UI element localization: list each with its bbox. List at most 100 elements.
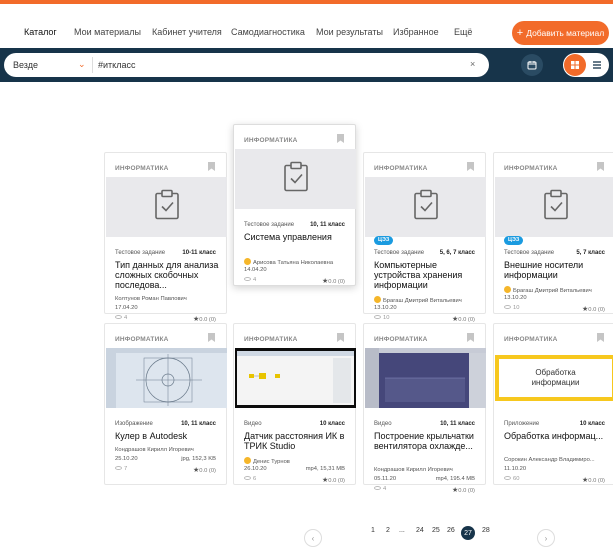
material-title[interactable]: Внешние носители информации — [504, 260, 610, 280]
list-view-button[interactable] — [589, 57, 605, 73]
bookmark-icon[interactable] — [467, 162, 474, 171]
material-title[interactable]: Система управления — [244, 232, 350, 242]
nav-teacher-cabinet[interactable]: Кабинет учителя — [152, 27, 222, 37]
search-input[interactable]: #иткласс — [98, 60, 135, 70]
page-ellipsis: ... — [399, 527, 405, 534]
views-count: 4 — [244, 277, 256, 283]
author-text: Колтунов Роман Павлович — [115, 296, 187, 302]
views-value: 6 — [253, 476, 257, 482]
material-thumbnail[interactable] — [106, 177, 227, 237]
author-text: Сорокин Александр Владимиро... — [504, 457, 595, 463]
clipboard-check-icon — [154, 189, 180, 225]
material-type: Видео — [244, 421, 262, 427]
rating: ★0.0 (0) — [322, 476, 345, 484]
nav-favorites[interactable]: Избранное — [393, 27, 439, 37]
material-type: Тестовое задание — [504, 250, 555, 256]
clear-search-icon[interactable]: × — [470, 59, 475, 69]
clipboard-check-icon — [283, 161, 309, 197]
eye-icon — [115, 466, 122, 470]
publish-date: 26.10.20 — [244, 466, 267, 472]
medal-icon — [374, 296, 381, 303]
eye-icon — [244, 277, 251, 281]
publish-date: 11.10.20 — [504, 466, 527, 472]
material-thumbnail[interactable] — [235, 149, 356, 209]
views-value: 4 — [124, 315, 128, 321]
page-link[interactable]: 1 — [371, 527, 375, 534]
ceo-badge: ЦЭЗ — [374, 236, 394, 245]
author-name[interactable]: Брагаш Дмитрий Витальевич — [374, 296, 482, 304]
material-card[interactable]: ИНФОРМАТИКА Изображение 10, 11 класс Кулер … — [104, 323, 227, 485]
view-toggle — [563, 53, 609, 77]
prev-page-button[interactable]: ‹ — [304, 529, 322, 547]
nav-self-diagnostics[interactable]: Самодиагностика — [231, 27, 305, 37]
current-page[interactable]: 27 — [461, 526, 475, 540]
chevron-down-icon[interactable]: ⌄ — [78, 59, 86, 70]
page-link[interactable]: 2 — [386, 527, 390, 534]
views-value: 4 — [383, 486, 387, 492]
material-thumbnail[interactable] — [365, 177, 486, 237]
material-title[interactable]: Обработка информац... — [504, 431, 610, 441]
material-card[interactable]: ИНФОРМАТИКА Тестовое задание 10-11 класс Ти… — [104, 152, 227, 323]
material-card[interactable]: ИНФОРМАТИКА ЦЭЗ Тестовое задание 5, 6, 7 кл… — [363, 152, 486, 323]
views-count: 4 — [115, 315, 127, 321]
material-card[interactable]: ИНФОРМАТИКА Видео 10, 11 класс Построение к… — [363, 323, 486, 494]
author-name[interactable]: Кондрашов Кирилл Игоревич — [115, 447, 223, 453]
nav-my-results[interactable]: Мои результаты — [316, 27, 383, 37]
material-thumbnail[interactable] — [235, 348, 356, 408]
bookmark-icon[interactable] — [597, 162, 604, 171]
subject-label: ИНФОРМАТИКА — [374, 336, 428, 343]
grade-label: 10, 11 класс — [440, 421, 475, 427]
rating: ★0.0 (0) — [193, 466, 216, 474]
bookmark-icon[interactable] — [208, 333, 215, 342]
rating: ★0.0 (0) — [582, 305, 605, 313]
material-card[interactable]: ИНФОРМАТИКА Видео 10 класс Датчик расстояни… — [233, 323, 356, 485]
author-name[interactable]: Колтунов Роман Павлович — [115, 296, 223, 302]
calendar-button[interactable] — [521, 54, 543, 76]
bookmark-icon[interactable] — [467, 333, 474, 342]
bookmark-icon[interactable] — [337, 333, 344, 342]
material-title[interactable]: Тип данных для анализа сложных скобочных… — [115, 260, 221, 290]
rating: ★0.0 (0) — [322, 277, 345, 285]
next-page-button[interactable]: › — [537, 529, 555, 547]
bookmark-icon[interactable] — [597, 333, 604, 342]
material-title[interactable]: Построение крыльчатки вентилятора охлажд… — [374, 431, 480, 451]
material-card[interactable]: ИНФОРМАТИКА ЦЭЗ Тестовое задание 5, 7 класс… — [493, 152, 613, 314]
nav-more[interactable]: Ещё — [454, 27, 472, 37]
cad-drawing-image — [106, 348, 227, 408]
grade-label: 10 класс — [319, 421, 345, 427]
bookmark-icon[interactable] — [208, 162, 215, 171]
subject-label: ИНФОРМАТИКА — [115, 336, 169, 343]
material-title[interactable]: Датчик расстояния ИК в ТРИК Studio — [244, 431, 350, 451]
search-scope-select[interactable]: Везде — [13, 60, 38, 70]
page-link[interactable]: 24 — [416, 527, 424, 534]
grid-view-button[interactable] — [564, 54, 586, 76]
search-box[interactable]: Везде ⌄ #иткласс × — [4, 53, 489, 77]
grade-label: 5, 6, 7 класс — [439, 250, 475, 256]
author-name[interactable]: Арисова Татьяна Николаевна — [244, 258, 352, 266]
author-text: Кондрашов Кирилл Игоревич — [374, 467, 453, 473]
material-thumbnail[interactable] — [495, 177, 613, 237]
nav-catalog[interactable]: Каталог — [18, 27, 63, 52]
rating-value: 0.0 (0) — [328, 478, 345, 484]
author-name[interactable]: Брагаш Дмитрий Витальевич — [504, 286, 612, 294]
grade-label: 10, 11 класс — [310, 222, 345, 228]
material-card[interactable]: ИНФОРМАТИКА Тестовое задание 10, 11 класс С… — [233, 124, 356, 286]
page-link[interactable]: 28 — [482, 527, 490, 534]
material-title[interactable]: Кулер в Autodesk — [115, 431, 221, 441]
bookmark-icon[interactable] — [337, 134, 344, 143]
material-card[interactable]: ИНФОРМАТИКА Обработка информации Приложени… — [493, 323, 613, 485]
material-thumbnail[interactable] — [106, 348, 227, 408]
author-name[interactable]: Кондрашов Кирилл Игоревич — [374, 467, 482, 473]
eye-icon — [374, 315, 381, 319]
page-link[interactable]: 25 — [432, 527, 440, 534]
medal-icon — [504, 286, 511, 293]
author-name[interactable]: Сорокин Александр Владимиро... — [504, 457, 612, 463]
author-name[interactable]: Денис Турнов — [244, 457, 352, 465]
material-thumbnail[interactable] — [365, 348, 486, 408]
page-link[interactable]: 26 — [447, 527, 455, 534]
material-thumbnail[interactable]: Обработка информации — [495, 348, 613, 408]
main-nav: Каталог Мои материалы Кабинет учителя Са… — [0, 4, 613, 52]
nav-my-materials[interactable]: Мои материалы — [74, 27, 141, 37]
add-material-button[interactable]: + Добавить материал — [512, 21, 609, 45]
material-title[interactable]: Компьютерные устройства хранения информа… — [374, 260, 480, 290]
